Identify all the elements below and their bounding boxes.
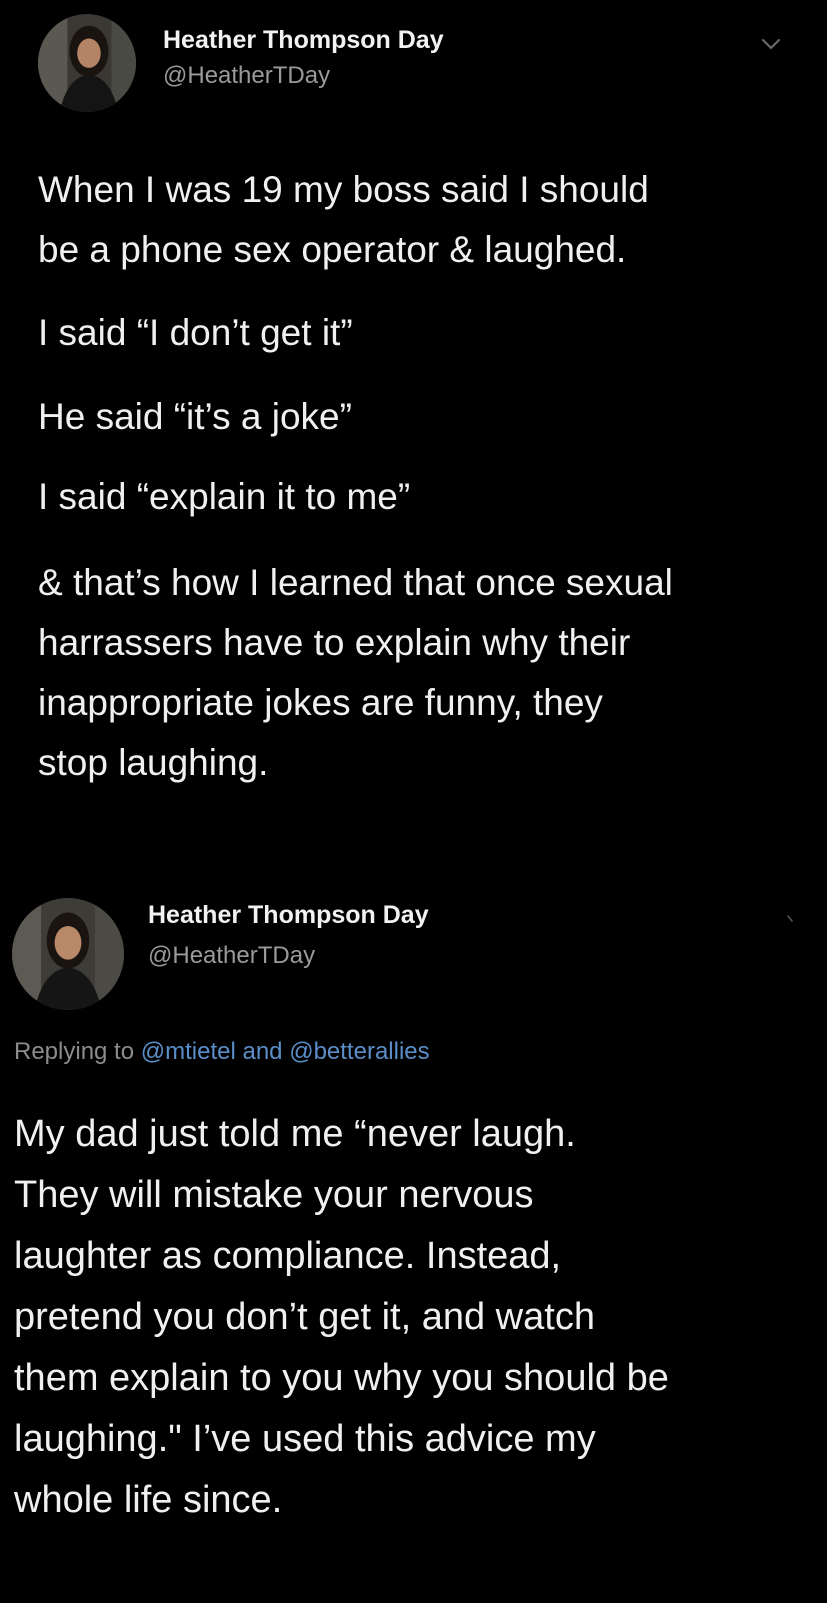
chevron-down-icon[interactable] <box>786 914 796 924</box>
profile-photo-icon <box>38 14 136 112</box>
author-handle[interactable]: @HeatherTDay <box>148 942 315 970</box>
chevron-down-icon[interactable] <box>760 36 782 52</box>
author-handle[interactable]: @HeatherTDay <box>163 62 330 90</box>
author-name[interactable]: Heather Thompson Day <box>148 901 429 930</box>
tweet-text: When I was 19 my boss said I should be a… <box>38 169 649 270</box>
tweet-text: I said “I don’t get it” <box>38 312 353 353</box>
replying-conj: and <box>242 1038 283 1065</box>
tweet-text: I said “explain it to me” <box>38 476 411 517</box>
tweet-2: Heather Thompson Day @HeatherTDay Replyi… <box>0 860 827 1603</box>
tweet-text: He said “it’s a joke” <box>38 396 352 437</box>
replying-prefix: Replying to <box>14 1038 135 1065</box>
mention-link[interactable]: @betterallies <box>289 1038 429 1065</box>
tweet-paragraph: I said “explain it to me” <box>38 467 798 527</box>
tweet-paragraph: & that’s how I learned that once sexual … <box>38 553 798 793</box>
mention-link[interactable]: @mtietel <box>141 1038 236 1065</box>
tweet-text: & that’s how I learned that once sexual … <box>38 562 673 783</box>
tweet-text: My dad just told me “never laugh. They w… <box>14 1113 669 1521</box>
profile-photo-icon <box>12 898 124 1010</box>
avatar[interactable] <box>12 898 124 1010</box>
avatar[interactable] <box>38 14 136 112</box>
replying-to: Replying to @mtietel and @betterallies <box>14 1038 430 1066</box>
author-name[interactable]: Heather Thompson Day <box>163 26 444 55</box>
tweet-paragraph: I said “I don’t get it” <box>38 303 798 363</box>
tweet-1: Heather Thompson Day @HeatherTDay When I… <box>0 0 827 860</box>
tweet-paragraph: He said “it’s a joke” <box>38 387 798 447</box>
tweet-paragraph: When I was 19 my boss said I should be a… <box>38 160 798 280</box>
